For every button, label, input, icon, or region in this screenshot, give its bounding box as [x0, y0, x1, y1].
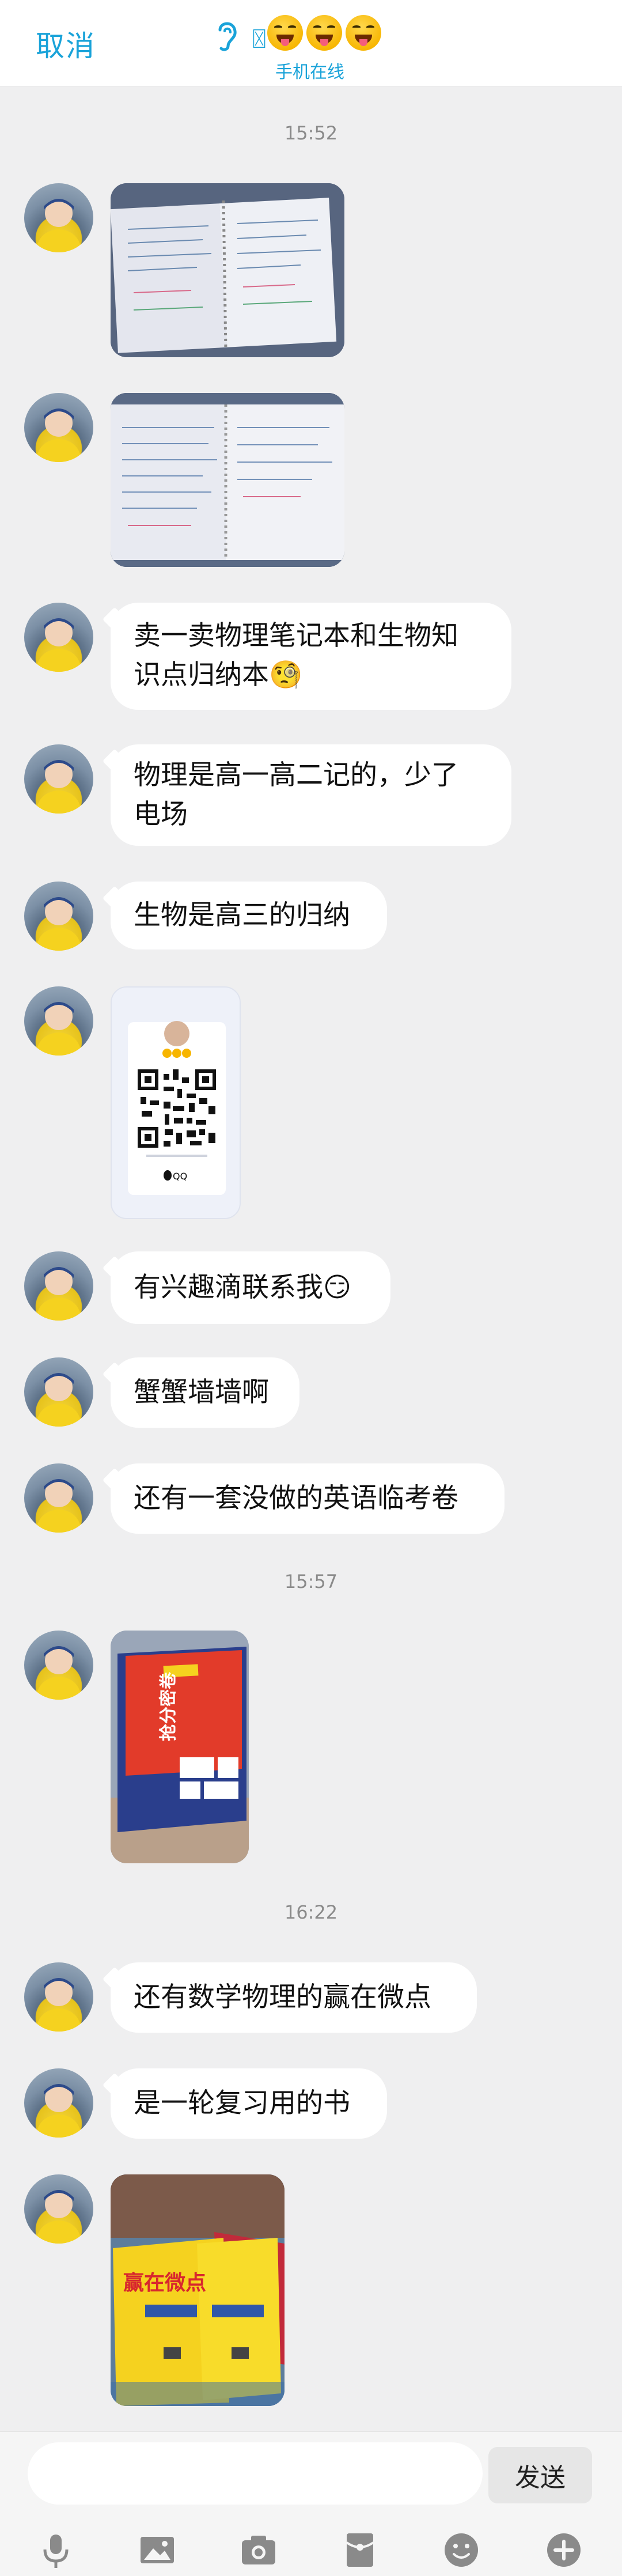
avatar[interactable] [24, 2174, 93, 2244]
text-message[interactable]: 物理是高一高二记的，少了 电场 [111, 744, 511, 846]
qr-caption: QQ [173, 1171, 187, 1182]
timestamp: 15:57 [284, 1571, 338, 1592]
text-message[interactable]: 有兴趣滴联系我😏 [111, 1251, 390, 1324]
avatar[interactable] [24, 882, 93, 951]
book-title: 赢在微点 [123, 2271, 206, 2295]
image-icon[interactable] [137, 2530, 177, 2570]
avatar[interactable] [24, 1631, 93, 1700]
text-message[interactable]: 是一轮复习用的书 [111, 2068, 387, 2139]
red-packet-icon[interactable] [340, 2530, 380, 2570]
text-message[interactable]: 卖一卖物理笔记本和生物知 识点归纳本🧐 [111, 603, 511, 710]
text-message[interactable]: 还有一套没做的英语临考卷 [111, 1463, 505, 1534]
tongue-emoji-icon [267, 15, 303, 51]
cancel-button[interactable]: 取消 [36, 23, 96, 65]
message-line: 还有数学物理的赢在微点 [134, 1981, 431, 2013]
image-message[interactable] [111, 183, 344, 357]
message-line: 识点归纳本🧐 [134, 659, 303, 691]
plus-icon[interactable] [544, 2530, 584, 2570]
message-line: 还有一套没做的英语临考卷 [134, 1482, 458, 1514]
avatar[interactable] [24, 603, 93, 672]
chat-header: 取消 〿 手机在线 [0, 0, 622, 86]
avatar[interactable] [24, 183, 93, 252]
camera-icon[interactable] [238, 2530, 279, 2570]
message-line: 有兴趣滴联系我😏 [134, 1272, 351, 1303]
mic-icon[interactable] [36, 2530, 76, 2570]
title-glyph: 〿 [248, 27, 271, 53]
timestamp: 15:52 [284, 122, 338, 144]
avatar[interactable] [24, 1357, 93, 1427]
message-line: 物理是高一高二记的，少了 [134, 759, 458, 791]
image-message[interactable]: 抢分密卷 [111, 1631, 249, 1863]
book-title: 抢分密卷 [158, 1671, 179, 1741]
message-input[interactable] [28, 2442, 483, 2505]
ear-icon[interactable] [212, 16, 242, 53]
timestamp: 16:22 [284, 1901, 338, 1923]
text-message[interactable]: 蟹蟹墙墙啊 [111, 1357, 299, 1428]
message-line: 卖一卖物理笔记本和生物知 [134, 620, 458, 652]
send-button[interactable]: 发送 [488, 2447, 592, 2503]
avatar[interactable] [24, 1251, 93, 1321]
image-message[interactable]: 赢在微点 [111, 2174, 285, 2406]
image-message[interactable] [111, 393, 344, 567]
avatar[interactable] [24, 986, 93, 1056]
text-message[interactable]: 还有数学物理的赢在微点 [111, 1962, 477, 2033]
contact-title: 〿 手机在线 [212, 13, 396, 82]
online-status: 手机在线 [275, 62, 344, 82]
message-line: 生物是高三的归纳 [134, 899, 350, 931]
avatar[interactable] [24, 1962, 93, 2032]
tongue-emoji-icon [306, 15, 342, 51]
qr-card-message[interactable]: QQ [111, 986, 241, 1219]
avatar[interactable] [24, 393, 93, 462]
message-line: 是一轮复习用的书 [134, 2087, 350, 2119]
avatar[interactable] [24, 2068, 93, 2138]
avatar[interactable] [24, 1463, 93, 1533]
message-line: 电场 [134, 799, 188, 830]
avatar[interactable] [24, 744, 93, 814]
message-composer: 发送 [0, 2431, 622, 2576]
emoji-icon[interactable] [441, 2530, 481, 2570]
message-line: 蟹蟹墙墙啊 [134, 1376, 269, 1408]
tongue-emoji-icon [346, 15, 381, 51]
text-message[interactable]: 生物是高三的归纳 [111, 882, 387, 950]
